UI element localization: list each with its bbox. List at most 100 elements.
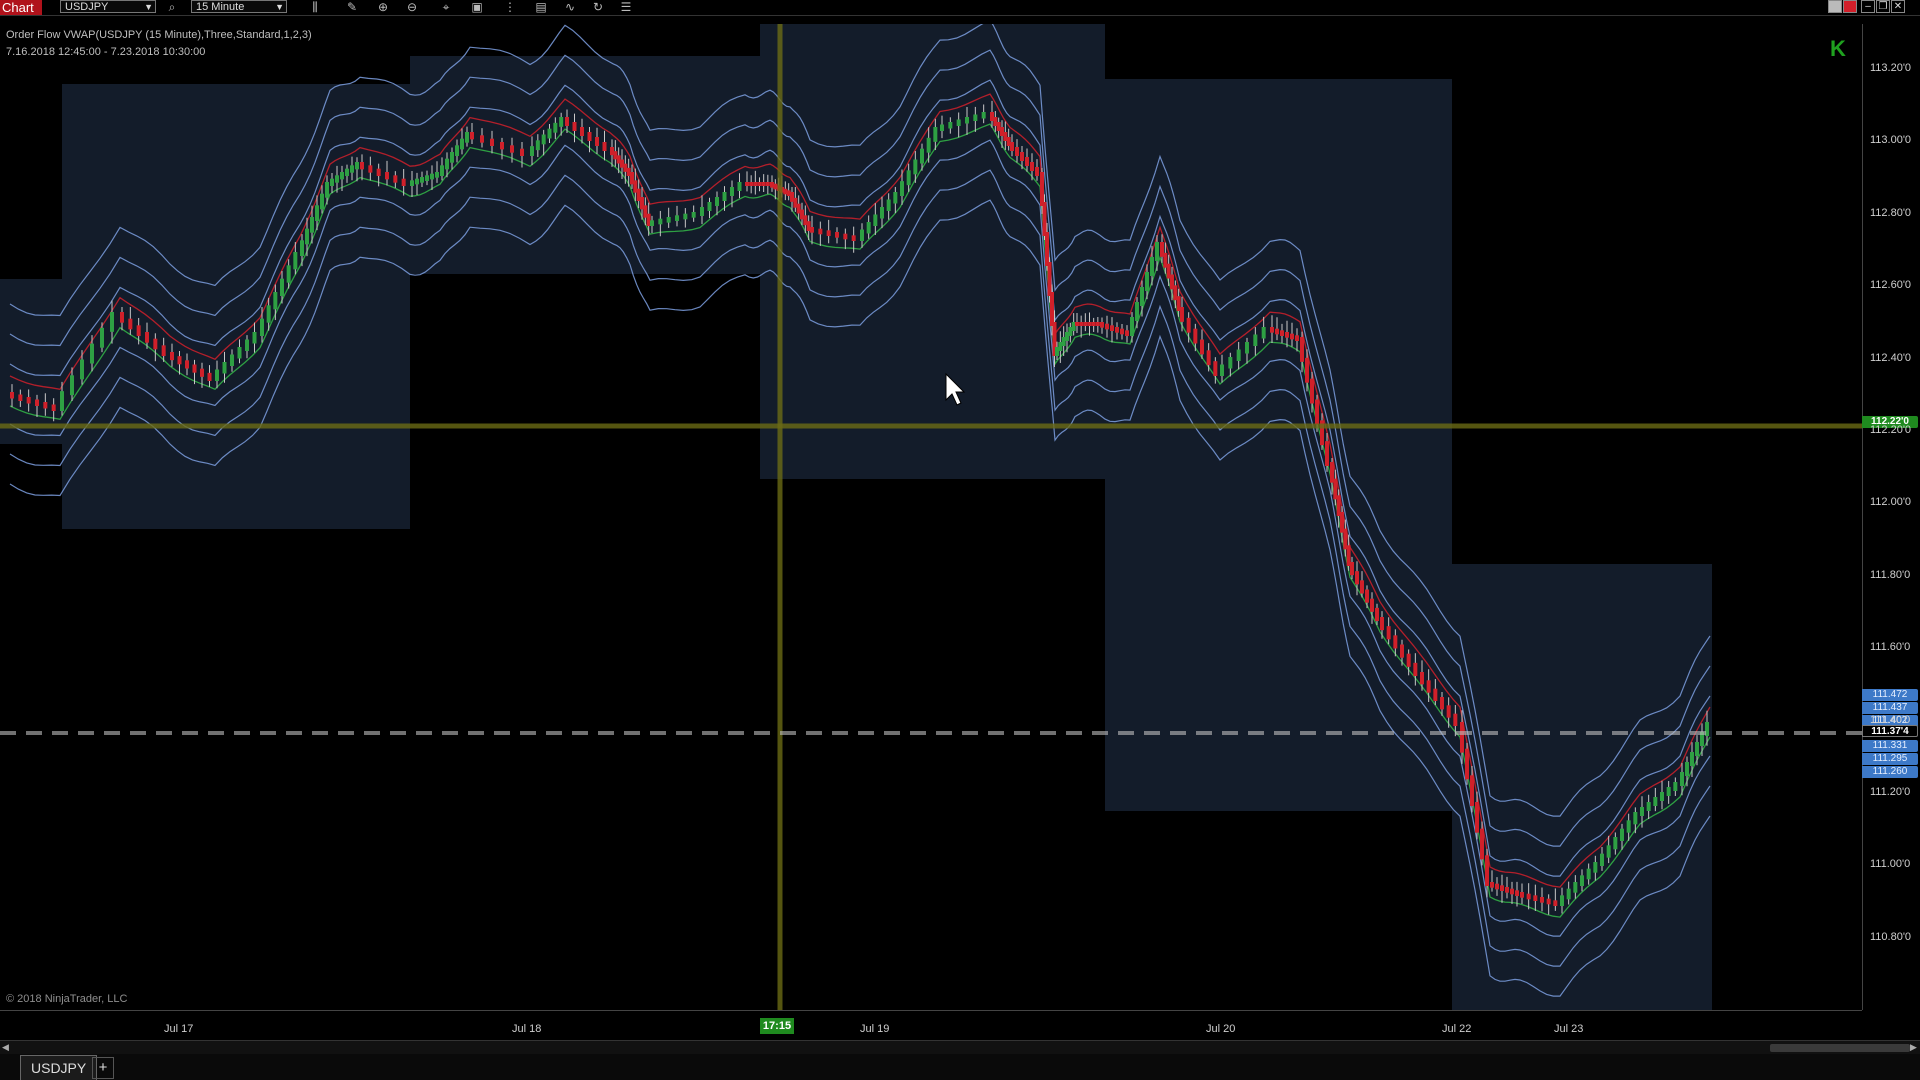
candle-body	[455, 145, 459, 156]
candle-body	[1626, 820, 1631, 833]
candle-body	[1083, 322, 1088, 326]
bar-type-icon[interactable]: ⫼	[307, 0, 323, 14]
candle-body	[1533, 895, 1538, 901]
candle-body	[1365, 589, 1369, 603]
candle-body	[510, 145, 514, 153]
candle-body	[1633, 812, 1638, 825]
candle-body	[886, 199, 891, 211]
window-color-icon[interactable]	[1828, 0, 1842, 13]
chart-trader-icon[interactable]: K	[1830, 36, 1846, 62]
price-marker: 111.260	[1862, 766, 1918, 778]
candle-body	[80, 359, 84, 380]
scroll-left-icon[interactable]: ◀	[2, 1042, 9, 1053]
candle-body	[266, 305, 271, 323]
candle-body	[1275, 328, 1279, 335]
candle-body	[851, 235, 856, 241]
restore-icon[interactable]: ❐	[1876, 0, 1890, 13]
candle-body	[948, 122, 953, 129]
indicators-icon[interactable]: ⋮	[502, 0, 518, 14]
candle-body	[1300, 337, 1304, 362]
candle-body	[1095, 322, 1100, 326]
price-chart-svg[interactable]	[0, 19, 1862, 1010]
candle-body	[1079, 322, 1084, 326]
copyright-text: © 2018 NinjaTrader, LLC	[6, 993, 128, 1005]
candle-body	[866, 222, 871, 234]
instrument-selector-value: USDJPY	[65, 1, 109, 13]
data-box-icon[interactable]: ▣	[469, 0, 485, 14]
candle-body	[1433, 688, 1438, 701]
candle-body	[1042, 202, 1047, 236]
candle-body	[1586, 868, 1591, 880]
candle-body	[192, 364, 197, 373]
candle-body	[691, 212, 696, 218]
strategies-icon[interactable]: ▤	[533, 0, 549, 14]
price-chart-panel[interactable]	[0, 19, 1862, 1010]
price-marker: 111.437	[1862, 702, 1918, 714]
crosshair-icon[interactable]: ⌖	[438, 0, 454, 14]
candle-body	[1526, 893, 1531, 900]
candle-body	[737, 182, 742, 191]
candle-body	[425, 175, 429, 181]
add-tab-button[interactable]: +	[92, 1057, 114, 1079]
interval-selector[interactable]: 15 Minute ▼	[191, 0, 287, 13]
menu-icon[interactable]: ☰	[618, 0, 634, 14]
candle-body	[1193, 328, 1198, 344]
drawing-tool-icon[interactable]: ✎	[344, 0, 360, 14]
scrollbar-thumb[interactable]	[1770, 1044, 1910, 1052]
candle-body	[1200, 339, 1204, 355]
candle-body	[465, 132, 469, 143]
candle-body	[818, 228, 823, 235]
candle-body	[500, 142, 504, 150]
minimize-icon[interactable]: –	[1861, 0, 1875, 13]
candle-body	[1280, 330, 1284, 336]
candle-body	[460, 138, 464, 150]
candle-body	[1180, 307, 1184, 322]
candle-body	[10, 392, 14, 399]
search-icon[interactable]: ⌕	[164, 0, 180, 14]
candle-body	[722, 192, 727, 201]
properties-icon[interactable]: ∿	[562, 0, 578, 14]
candle-body	[1673, 782, 1678, 791]
candle-body	[749, 182, 754, 186]
candle-body	[1546, 898, 1551, 905]
zoom-in-icon[interactable]: ⊕	[375, 0, 391, 14]
zoom-out-icon[interactable]: ⊖	[404, 0, 420, 14]
candle-body	[658, 218, 663, 225]
candle-body	[1566, 888, 1571, 900]
candle-body	[1375, 607, 1379, 621]
candle-body	[18, 394, 23, 401]
candle-body	[753, 182, 758, 186]
candle-body	[1646, 802, 1651, 811]
close-icon[interactable]: ✕	[1891, 0, 1905, 13]
candle-body	[1025, 157, 1029, 166]
candle-body	[286, 265, 291, 283]
candle-body	[1613, 837, 1618, 850]
candle-body	[1426, 680, 1431, 693]
tab-usdjpy[interactable]: USDJPY	[20, 1055, 98, 1080]
candle-body	[973, 114, 978, 121]
session-band-area	[1452, 564, 1712, 1010]
x-tick-label: Jul 20	[1206, 1023, 1236, 1035]
instrument-selector[interactable]: USDJPY ▼	[60, 0, 156, 13]
candle-body	[1370, 598, 1374, 612]
candle-body	[335, 175, 339, 183]
candle-body	[1515, 890, 1519, 896]
candle-body	[1406, 653, 1411, 667]
candle-body	[1130, 317, 1134, 336]
y-tick-label: 111.40'0	[1870, 713, 1911, 726]
chart-window-title: Chart	[0, 0, 42, 15]
candle-body	[541, 134, 546, 145]
candle-body	[1685, 762, 1689, 776]
link-color-icon[interactable]	[1843, 0, 1857, 13]
candle-body	[385, 172, 389, 180]
reload-icon[interactable]: ↻	[590, 0, 606, 14]
chevron-down-icon: ▼	[144, 2, 153, 12]
scroll-right-icon[interactable]: ▶	[1910, 1042, 1917, 1053]
y-tick-label: 111.20'0	[1870, 786, 1911, 798]
y-tick-label: 111.00'0	[1870, 858, 1911, 871]
candle-body	[293, 252, 298, 270]
candle-body	[1295, 335, 1299, 341]
y-tick-label: 112.20'0	[1870, 424, 1912, 436]
candle-body	[340, 172, 344, 180]
candle-body	[376, 168, 381, 176]
